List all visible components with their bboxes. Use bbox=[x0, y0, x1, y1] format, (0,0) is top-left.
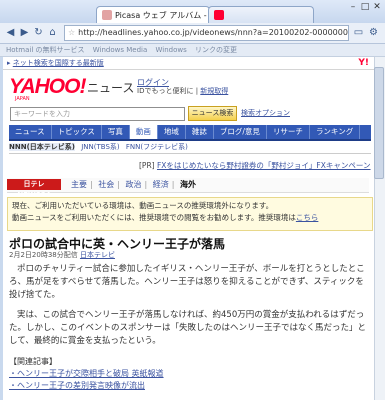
search-input[interactable]: キーワードを入力 bbox=[10, 107, 185, 121]
scrollbar-thumb[interactable] bbox=[374, 67, 384, 179]
sub-menu: NNN(日本テレビ系) JNN(TBS系) FNN(フジテレビ系) bbox=[9, 141, 371, 154]
article-paragraph: ポロのチャリティー試合に参加したイギリス・ヘンリー王子が、ボールを打とうとしたと… bbox=[9, 264, 365, 300]
menu-video[interactable]: 動画 bbox=[129, 125, 158, 139]
ntv-tab-main[interactable]: 主要 bbox=[71, 180, 87, 189]
close-icon[interactable]: ✕ bbox=[371, 2, 383, 12]
star-icon[interactable]: ☆ bbox=[68, 28, 75, 37]
signup-link[interactable]: 新規取得 bbox=[200, 87, 228, 95]
submenu-nnn[interactable]: NNN(日本テレビ系) bbox=[9, 143, 75, 151]
ntv-logo[interactable]: 日テレNEWS24 bbox=[7, 179, 61, 199]
yahoo-y-icon[interactable]: Y! bbox=[358, 57, 369, 69]
pr-link[interactable]: FXをはじめたいなら野村證券の「野村ジョイ」FXキャンペーン bbox=[157, 161, 371, 170]
section-title[interactable]: ニュース bbox=[87, 79, 134, 96]
login-text: IDでもっと便利に | 新規取得 bbox=[137, 87, 229, 95]
notice-text: 動画ニュースをご利用いただくには、推奨環境での閲覧をお勧めします。推奨環境は bbox=[12, 213, 296, 222]
date-text: 2月2日20時38分配信 bbox=[9, 251, 78, 259]
ntv-tab-politics[interactable]: 政治 bbox=[126, 180, 142, 189]
source-link[interactable]: 日本テレビ bbox=[80, 251, 115, 259]
pr-label: [PR] bbox=[139, 161, 155, 170]
search-option-link[interactable]: 検索オプション bbox=[241, 108, 290, 118]
bookmarks-bar: Hotmail の無料サービス Windows Media Windows リン… bbox=[0, 44, 385, 57]
top-link-bar: ▸ ネット検索を国際する最新版 Y! bbox=[3, 57, 375, 70]
tab-label: Picasa ウェブ アルバム - ma... bbox=[115, 11, 209, 20]
pr-banner: [PR] FXをはじめたいなら野村證券の「野村ジョイ」FXキャンペーン bbox=[139, 160, 371, 171]
menu-ranking[interactable]: ランキング bbox=[310, 125, 361, 139]
page-content: ▸ ネット検索を国際する最新版 Y! YAHOO! JAPAN ニュース ログイ… bbox=[3, 57, 375, 400]
tab-picasa[interactable]: Picasa ウェブ アルバム - ma... bbox=[96, 6, 210, 24]
picasa-icon bbox=[102, 10, 112, 20]
article-date: 2月2日20時38分配信 日本テレビ bbox=[9, 250, 115, 260]
home-icon[interactable]: ⌂ bbox=[46, 26, 59, 39]
ntv-tab-world[interactable]: 海外 bbox=[180, 180, 196, 189]
forward-icon[interactable]: ▶ bbox=[18, 26, 31, 39]
menu-research[interactable]: リサーチ bbox=[267, 125, 310, 139]
minimize-icon[interactable]: – bbox=[347, 2, 359, 12]
menu-photo[interactable]: 写真 bbox=[102, 125, 130, 139]
yahoo-y-icon bbox=[214, 10, 224, 20]
url-text: http://headlines.yahoo.co.jp/videonews/n… bbox=[78, 28, 348, 37]
search-button[interactable]: ニュース検索 bbox=[188, 106, 237, 121]
bookmark-item[interactable]: Windows bbox=[155, 46, 186, 54]
notice-link[interactable]: こちら bbox=[296, 213, 319, 222]
bookmark-item[interactable]: Hotmail の無料サービス bbox=[6, 46, 85, 54]
related-link[interactable]: ・ヘンリー王子の差別発言映像が流出 bbox=[9, 380, 145, 391]
page-menu-icon[interactable]: ▭ bbox=[352, 26, 365, 39]
maximize-icon[interactable]: □ bbox=[359, 2, 371, 12]
submenu-fnn[interactable]: FNN(フジテレビ系) bbox=[126, 143, 188, 151]
menu-blog[interactable]: ブログ/意見 bbox=[214, 125, 267, 139]
related-link[interactable]: ・ヘンリー王子が交際相手と破局 英紙報道 bbox=[9, 368, 164, 379]
yahoo-logo-sub: JAPAN bbox=[15, 96, 30, 102]
related-link-text: ヘンリー王子の差別発言映像が流出 bbox=[17, 381, 145, 390]
ntv-header: 日テレNEWS24 主要 | 社会 | 政治 | 経済 | 海外 bbox=[7, 178, 369, 199]
ntv-tab-economy[interactable]: 経済 bbox=[153, 180, 169, 189]
submenu-jnn[interactable]: JNN(TBS系) bbox=[81, 143, 119, 151]
env-notice: 現在、ご利用いただいている環境は、動画ニュースの推奨環境外になります。 動画ニュ… bbox=[7, 197, 373, 231]
bookmark-item[interactable]: リンクの変更 bbox=[195, 46, 237, 54]
back-icon[interactable]: ◀ bbox=[4, 26, 17, 39]
ntv-tabs: 主要 | 社会 | 政治 | 経済 | 海外 bbox=[71, 180, 196, 189]
wrench-icon[interactable]: ⚙ bbox=[367, 26, 380, 39]
bookmark-item[interactable]: Windows Media bbox=[93, 46, 148, 54]
menu-news[interactable]: ニュース bbox=[9, 125, 52, 139]
main-menu: ニュース トピックス 写真 動画 地域 雑誌 ブログ/意見 リサーチ ランキング bbox=[9, 125, 371, 141]
notice-line: 動画ニュースをご利用いただくには、推奨環境での閲覧をお勧めします。推奨環境はこち… bbox=[12, 212, 368, 224]
menu-region[interactable]: 地域 bbox=[158, 125, 186, 139]
related-link-text: ヘンリー王子が交際相手と破局 英紙報道 bbox=[17, 369, 164, 378]
info-icon: ▸ bbox=[7, 59, 11, 67]
nav-bar: ◀ ▶ ↻ ⌂ ☆ http://headlines.yahoo.co.jp/vi… bbox=[0, 23, 385, 44]
title-bar: Picasa ウェブ アルバム - ma... –□✕ bbox=[0, 0, 385, 24]
menu-topics[interactable]: トピックス bbox=[52, 125, 102, 139]
login-hint: IDでもっと便利に bbox=[137, 87, 194, 95]
reload-icon[interactable]: ↻ bbox=[32, 26, 45, 39]
related-title: 【関連記事】 bbox=[9, 357, 57, 366]
tab-yahoo[interactable] bbox=[208, 6, 314, 24]
address-bar[interactable]: ☆ http://headlines.yahoo.co.jp/videonews/… bbox=[64, 25, 349, 41]
ntv-tab-society[interactable]: 社会 bbox=[98, 180, 114, 189]
notice-line: 現在、ご利用いただいている環境は、動画ニュースの推奨環境外になります。 bbox=[12, 201, 274, 210]
window-controls: – □ ✕ bbox=[347, 2, 383, 12]
top-link[interactable]: ネット検索を国際する最新版 bbox=[13, 59, 104, 67]
menu-magazine[interactable]: 雑誌 bbox=[186, 125, 214, 139]
article-paragraph: 実は、この試合でヘンリー王子が落馬しなければ、約450万円の賞金が支払われるはず… bbox=[9, 310, 367, 346]
